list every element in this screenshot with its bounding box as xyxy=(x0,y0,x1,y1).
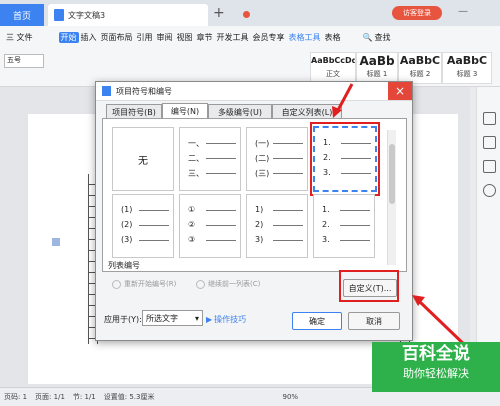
arrow-to-selected-option xyxy=(335,83,354,113)
watermark-logo: 百科全说 助你轻松解决 xyxy=(372,342,500,392)
watermark-title: 百科全说 xyxy=(402,344,470,364)
watermark-subtitle: 助你轻松解决 xyxy=(403,367,469,380)
